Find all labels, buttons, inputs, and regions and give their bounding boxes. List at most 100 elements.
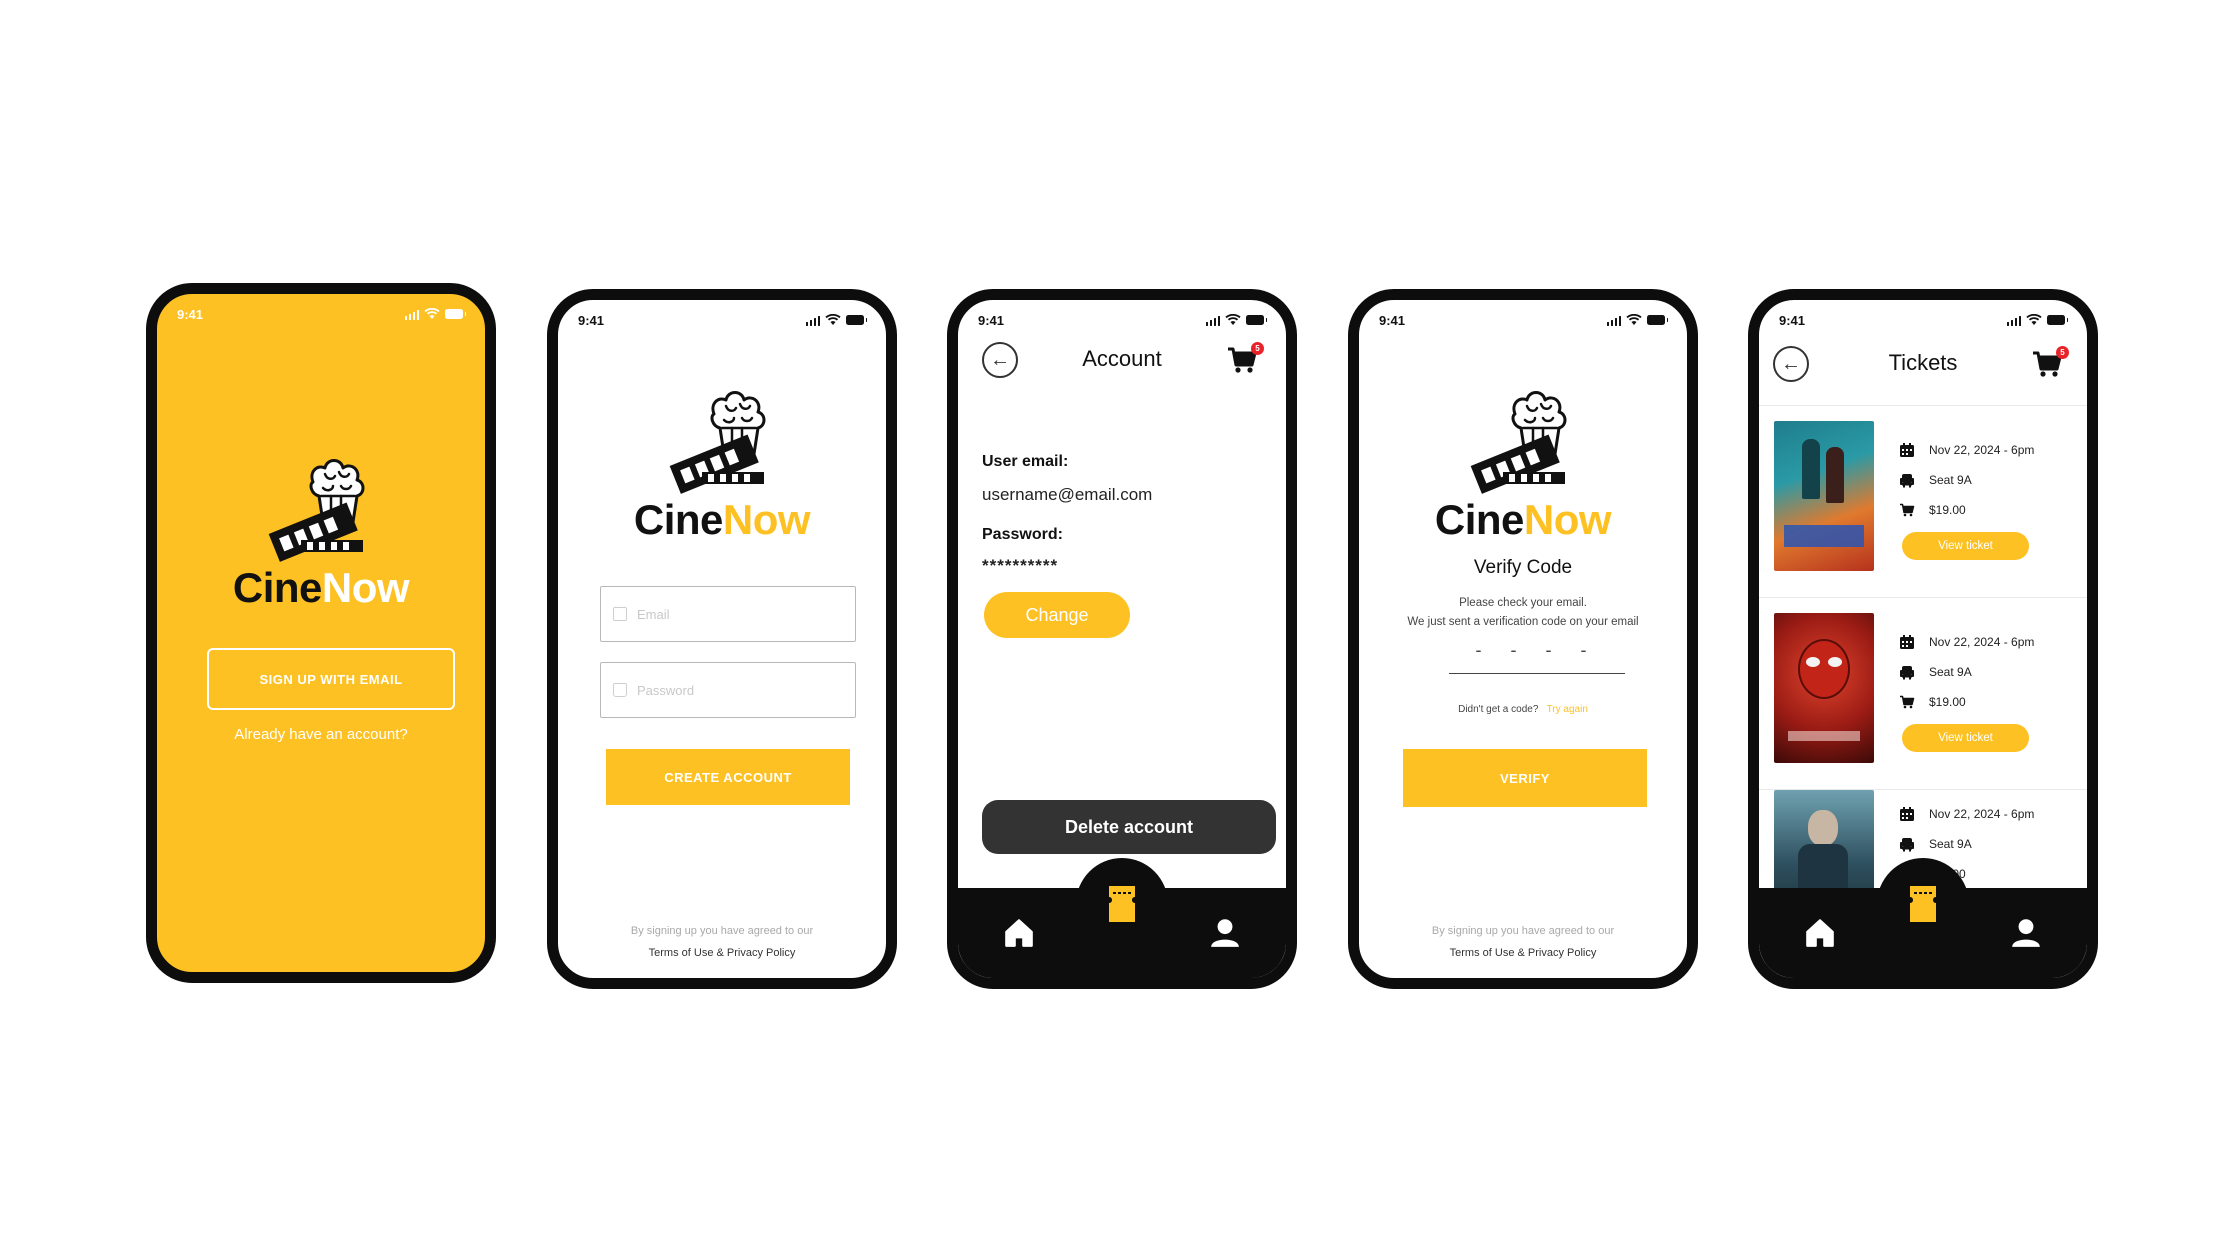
brand-logo: CineNow: [1359, 374, 1687, 544]
welcome-screen: 9:41 CineNow SIGN UP WITH EMAIL Already …: [146, 283, 496, 983]
seat-icon: [1899, 664, 1915, 680]
ticket-date: Nov 22, 2024 - 6pm: [1929, 807, 2035, 821]
status-bar: 9:41: [558, 300, 886, 340]
popcorn-film-logo-icon: [1463, 374, 1583, 494]
verify-message-line1: Please check your email.: [1459, 597, 1587, 609]
terms-link[interactable]: Terms of Use & Privacy Policy: [1359, 942, 1687, 964]
seat-icon: [1899, 472, 1915, 488]
user-icon: [1208, 916, 1242, 950]
popcorn-film-logo-icon: [261, 442, 381, 562]
wifi-icon: [825, 314, 841, 326]
ticket-price: $19.00: [1929, 695, 1966, 709]
ticket-seat: Seat 9A: [1929, 473, 1972, 487]
signal-icon: [805, 315, 820, 326]
cart-badge: 5: [2056, 346, 2069, 359]
email-input[interactable]: [637, 606, 855, 622]
tab-profile[interactable]: [1208, 916, 1242, 950]
account-header: ← Account 5: [958, 336, 1286, 382]
signal-icon: [1606, 315, 1621, 326]
terms-link[interactable]: Terms of Use & Privacy Policy: [558, 942, 886, 964]
delete-account-button[interactable]: Delete account: [982, 800, 1276, 854]
home-icon: [1803, 916, 1837, 950]
brand-wordmark: CineNow: [232, 564, 410, 611]
status-time: 9:41: [1379, 312, 1406, 328]
calendar-icon: [1899, 806, 1915, 822]
ticket-price: $19.00: [1929, 503, 1966, 517]
tab-tickets[interactable]: [1076, 858, 1168, 950]
tab-tickets[interactable]: [1877, 858, 1969, 950]
ticket-date: Nov 22, 2024 - 6pm: [1929, 635, 2035, 649]
status-time: 9:41: [177, 306, 204, 322]
tab-profile[interactable]: [2009, 916, 2043, 950]
brand-wordmark: CineNow: [633, 496, 811, 543]
cart-button[interactable]: 5: [2031, 342, 2069, 382]
tickets-screen: 9:41 ← Tickets 5 Nov 22, 2024 - 6pm Seat…: [1748, 289, 2098, 989]
status-bar: 9:41: [1759, 300, 2087, 340]
change-password-button[interactable]: Change: [984, 592, 1130, 638]
email-field[interactable]: [600, 586, 856, 642]
battery-icon: [1647, 315, 1668, 325]
mail-icon: [613, 607, 627, 621]
signal-icon: [1205, 315, 1220, 326]
status-bar: 9:41: [157, 294, 485, 334]
calendar-icon: [1899, 442, 1915, 458]
wifi-icon: [2026, 314, 2042, 326]
ticket-card: Nov 22, 2024 - 6pm Seat 9A $19.00 View t…: [1759, 406, 2087, 598]
popcorn-film-logo-icon: [662, 374, 782, 494]
try-again-link[interactable]: Try again: [1547, 704, 1588, 715]
verification-code-input[interactable]: - - - -: [1449, 640, 1625, 674]
wifi-icon: [424, 308, 440, 320]
signal-icon: [404, 309, 419, 320]
wifi-icon: [1225, 314, 1241, 326]
cart-icon: [1899, 694, 1915, 710]
signal-icon: [2006, 315, 2021, 326]
movie-poster[interactable]: [1774, 421, 1874, 571]
bottom-tab-bar: [1759, 858, 2087, 978]
view-ticket-button[interactable]: View ticket: [1902, 724, 2029, 752]
verify-screen: 9:41 CineNow Verify Code Please check yo…: [1348, 289, 1698, 989]
password-value: **********: [982, 556, 1059, 575]
bottom-tab-bar: [958, 858, 1286, 978]
terms-notice: By signing up you have agreed to our Ter…: [558, 920, 886, 964]
tab-home[interactable]: [1002, 916, 1036, 950]
brand-wordmark: CineNow: [1434, 496, 1612, 543]
account-screen: 9:41 ← Account 5 User email: username@em…: [947, 289, 1297, 989]
ticket-seat: Seat 9A: [1929, 837, 1972, 851]
terms-notice: By signing up you have agreed to our Ter…: [1359, 920, 1687, 964]
verify-button[interactable]: VERIFY: [1403, 749, 1647, 807]
create-account-button[interactable]: CREATE ACCOUNT: [606, 749, 850, 805]
password-input[interactable]: [637, 682, 855, 698]
lock-icon: [613, 683, 627, 697]
battery-icon: [2047, 315, 2068, 325]
brand-logo: CineNow: [157, 442, 485, 612]
battery-icon: [445, 309, 466, 319]
cart-button[interactable]: 5: [1226, 338, 1264, 378]
cart-badge: 5: [1251, 342, 1264, 355]
tickets-header: ← Tickets 5: [1759, 340, 2087, 386]
user-icon: [2009, 916, 2043, 950]
movie-poster[interactable]: [1774, 613, 1874, 763]
password-label: Password:: [982, 526, 1063, 543]
status-bar: 9:41: [958, 300, 1286, 340]
wifi-icon: [1626, 314, 1642, 326]
email-value: username@email.com: [982, 485, 1153, 504]
ticket-date: Nov 22, 2024 - 6pm: [1929, 443, 2035, 457]
email-label: User email:: [982, 453, 1069, 470]
verify-message-line2: We just sent a verification code on your…: [1407, 616, 1639, 628]
ticket-icon: [1907, 884, 1939, 924]
status-time: 9:41: [978, 312, 1005, 328]
ticket-seat: Seat 9A: [1929, 665, 1972, 679]
signup-screen: 9:41 CineNow CREATE ACCOUNT By signing u…: [547, 289, 897, 989]
ticket-card: Nov 22, 2024 - 6pm Seat 9A $19.00 View t…: [1759, 598, 2087, 790]
login-link[interactable]: Already have an account?: [157, 726, 485, 743]
status-time: 9:41: [1779, 312, 1806, 328]
tab-home[interactable]: [1803, 916, 1837, 950]
calendar-icon: [1899, 634, 1915, 650]
verify-title: Verify Code: [1473, 557, 1573, 578]
view-ticket-button[interactable]: View ticket: [1902, 532, 2029, 560]
cart-icon: [1899, 502, 1915, 518]
ticket-icon: [1106, 884, 1138, 924]
signup-email-button[interactable]: SIGN UP WITH EMAIL: [207, 648, 455, 710]
status-time: 9:41: [578, 312, 605, 328]
password-field[interactable]: [600, 662, 856, 718]
